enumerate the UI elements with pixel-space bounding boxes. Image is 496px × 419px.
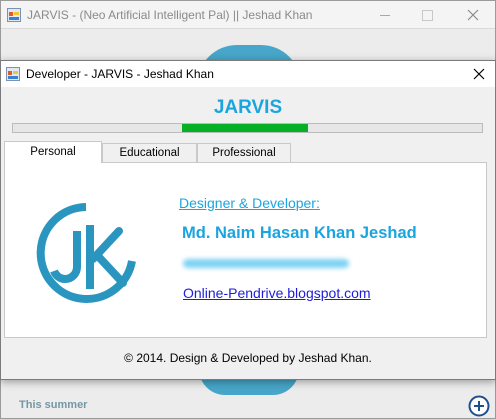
jk-logo [36, 203, 136, 303]
personal-tab-panel: Designer & Developer: Md. Naim Hasan Kha… [4, 162, 487, 338]
blurred-email [183, 259, 349, 268]
app-window-icon [7, 8, 21, 22]
main-close-button[interactable] [453, 4, 493, 26]
minimize-button[interactable] [365, 4, 405, 26]
footer-text: © 2014. Design & Developed by Jeshad Kha… [124, 351, 372, 365]
website-link[interactable]: Online-Pendrive.blogspot.com [183, 285, 371, 301]
dialog-titlebar[interactable]: Developer - JARVIS - Jeshad Khan [1, 61, 495, 87]
tab-strip: Personal Educational Professional [1, 141, 495, 163]
app-window-icon [6, 67, 20, 81]
progress-fill [181, 124, 309, 132]
role-link[interactable]: Designer & Developer: [179, 195, 320, 211]
maximize-button[interactable] [407, 4, 447, 26]
main-window-titlebar[interactable]: JARVIS - (Neo Artificial Intelligent Pal… [1, 1, 495, 29]
status-text: This summer [19, 399, 88, 411]
app-heading: JARVIS [213, 97, 283, 118]
close-icon [473, 68, 485, 80]
dialog-title: Developer - JARVIS - Jeshad Khan [26, 67, 214, 81]
developer-name: Md. Naim Hasan Khan Jeshad [182, 224, 417, 242]
add-circle-icon[interactable] [468, 395, 490, 417]
tab-professional[interactable]: Professional [197, 143, 291, 162]
dialog-close-button[interactable] [463, 63, 495, 85]
close-icon [467, 9, 479, 21]
developer-dialog: Developer - JARVIS - Jeshad Khan JARVIS … [0, 60, 496, 380]
main-window-title: JARVIS - (Neo Artificial Intelligent Pal… [27, 8, 313, 22]
tab-educational[interactable]: Educational [102, 143, 197, 162]
tab-personal[interactable]: Personal [4, 141, 102, 163]
progress-bar [12, 123, 483, 133]
